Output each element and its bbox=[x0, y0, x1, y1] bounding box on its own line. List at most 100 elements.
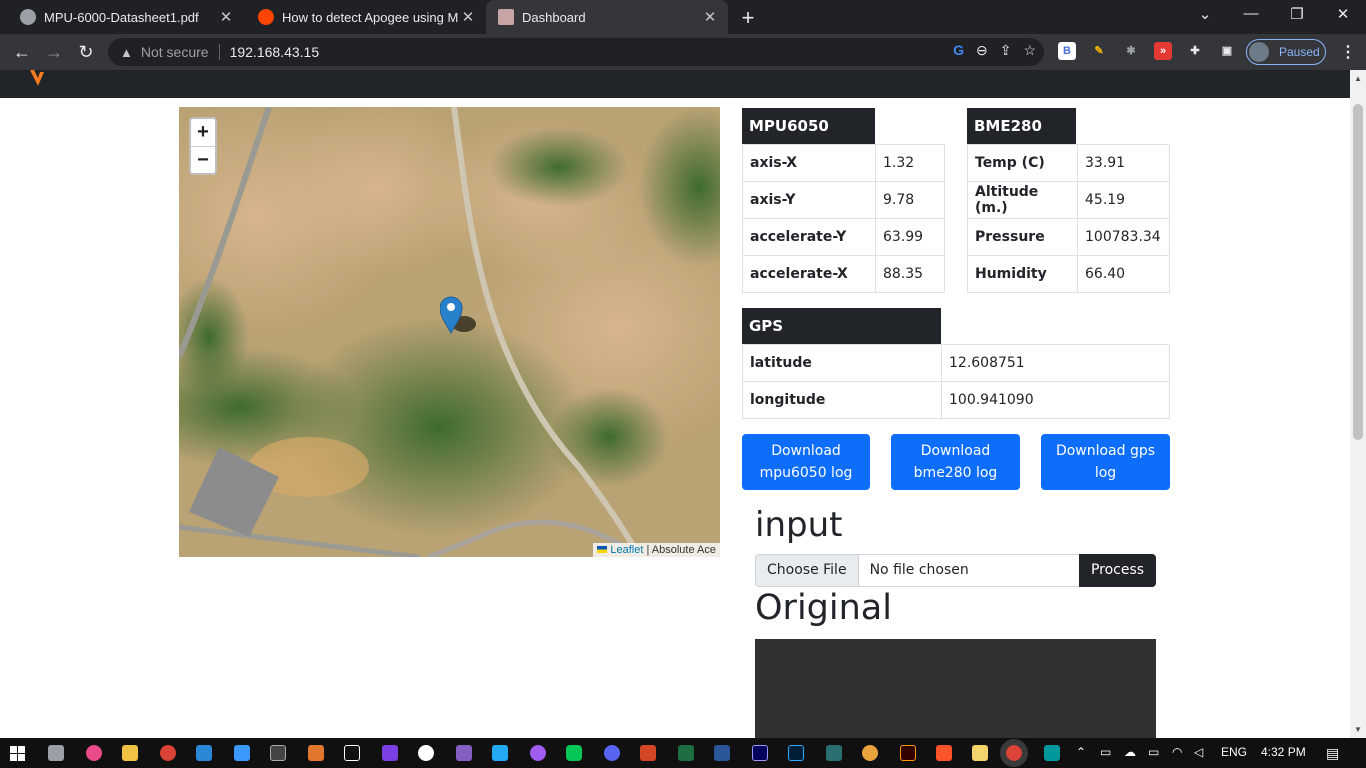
close-icon[interactable]: ✕ bbox=[700, 8, 720, 26]
app-circle-icon[interactable] bbox=[418, 745, 434, 761]
page-scrollbar[interactable]: ▲ ▼ bbox=[1350, 70, 1366, 738]
warning-icon[interactable]: ▲ bbox=[120, 45, 133, 60]
row-value: 63.99 bbox=[875, 218, 945, 256]
notepad-icon[interactable] bbox=[972, 745, 988, 761]
window-close-button[interactable]: ✕ bbox=[1332, 5, 1354, 23]
download-mpu6050-button[interactable]: Download mpu6050 log bbox=[742, 434, 870, 490]
pen-extension-icon[interactable]: ✎ bbox=[1090, 42, 1108, 60]
notification-icon[interactable]: ▤ bbox=[1326, 745, 1339, 762]
clock[interactable]: 4:32 PM bbox=[1261, 745, 1306, 759]
illustrator-icon[interactable] bbox=[900, 745, 916, 761]
extension-x-icon[interactable]: ✱ bbox=[1122, 42, 1140, 60]
app-globe-icon[interactable] bbox=[862, 745, 878, 761]
attribution-separator: | bbox=[643, 544, 652, 556]
location-marker-icon[interactable] bbox=[440, 296, 484, 336]
visual-studio-icon[interactable] bbox=[456, 745, 472, 761]
back-icon[interactable]: ← bbox=[10, 40, 34, 64]
forward-icon[interactable]: → bbox=[42, 40, 66, 64]
not-secure-label[interactable]: Not secure bbox=[141, 44, 209, 60]
tab-reddit[interactable]: How to detect Apogee using MPU ✕ bbox=[244, 0, 486, 34]
chrome-icon[interactable] bbox=[160, 745, 176, 761]
input-heading: input bbox=[755, 505, 843, 545]
zoom-in-button[interactable]: + bbox=[191, 119, 215, 146]
tab-search-icon[interactable]: ⌄ bbox=[1194, 5, 1216, 23]
google-icon[interactable]: G bbox=[953, 42, 964, 59]
bookmark-star-icon[interactable]: ☆ bbox=[1023, 42, 1036, 59]
messenger-icon[interactable] bbox=[530, 745, 546, 761]
meet-icon[interactable]: ▭ bbox=[1100, 745, 1111, 759]
word-icon[interactable] bbox=[714, 745, 730, 761]
file-explorer-icon[interactable] bbox=[122, 745, 138, 761]
volume-icon[interactable]: ◁ bbox=[1194, 745, 1203, 759]
process-button[interactable]: Process bbox=[1079, 554, 1156, 587]
mpu6050-table: axis-X 1.32 axis-Y 9.78 accelerate-Y 63.99 … bbox=[742, 144, 945, 293]
puzzle-icon[interactable]: ✚ bbox=[1186, 42, 1204, 60]
download-bme280-button[interactable]: Download bme280 log bbox=[891, 434, 1020, 490]
close-icon[interactable]: ✕ bbox=[216, 8, 236, 26]
choose-file-button[interactable]: Choose File bbox=[756, 555, 859, 586]
stack-app-icon[interactable] bbox=[308, 745, 324, 761]
zoom-out-button[interactable]: − bbox=[191, 146, 215, 173]
scroll-up-icon[interactable]: ▲ bbox=[1354, 74, 1362, 83]
discord-icon[interactable] bbox=[604, 745, 620, 761]
address-bar[interactable]: ▲ Not secure 192.168.43.15 G ⊖ ⇪ ☆ bbox=[108, 38, 1044, 66]
tab-dashboard[interactable]: Dashboard ✕ bbox=[486, 0, 728, 34]
battery-icon[interactable]: ▭ bbox=[1148, 745, 1159, 759]
task-view-icon[interactable] bbox=[48, 745, 64, 761]
new-tab-button[interactable]: + bbox=[737, 5, 759, 31]
row-value: 1.32 bbox=[875, 144, 945, 182]
calendar-icon[interactable] bbox=[196, 745, 212, 761]
side-panel-icon[interactable]: ▣ bbox=[1218, 42, 1236, 60]
download-gps-button[interactable]: Download gps log bbox=[1041, 434, 1170, 490]
chrome-active-icon[interactable] bbox=[1000, 739, 1028, 767]
browser-menu-icon[interactable]: ⋮ bbox=[1340, 42, 1356, 62]
brave-icon[interactable] bbox=[936, 745, 952, 761]
table-row: Temp (C) 33.91 bbox=[967, 144, 1170, 182]
row-value: 12.608751 bbox=[941, 344, 1170, 382]
photoshop-icon[interactable] bbox=[788, 745, 804, 761]
table-row: Pressure 100783.34 bbox=[967, 218, 1170, 256]
arduino-icon[interactable] bbox=[1044, 745, 1060, 761]
tab-datasheet[interactable]: MPU-6000-Datasheet1.pdf ✕ bbox=[0, 0, 244, 34]
audition-icon[interactable] bbox=[752, 745, 768, 761]
file-status: No file chosen bbox=[869, 562, 969, 578]
language-indicator[interactable]: ENG bbox=[1221, 745, 1247, 759]
gps-title: GPS bbox=[742, 308, 941, 344]
table-row: latitude 12.608751 bbox=[742, 344, 1170, 382]
windows-start-icon[interactable] bbox=[10, 746, 25, 761]
file-input[interactable]: Choose File No file chosen bbox=[755, 554, 1080, 587]
omnibox-actions: G ⊖ ⇪ ☆ bbox=[953, 42, 1036, 59]
todo-icon[interactable] bbox=[234, 745, 250, 761]
intellij-icon[interactable] bbox=[344, 745, 360, 761]
excel-icon[interactable] bbox=[678, 745, 694, 761]
line-icon[interactable] bbox=[566, 745, 582, 761]
brand-logo-icon[interactable] bbox=[30, 70, 48, 86]
restore-button[interactable]: ❐ bbox=[1286, 5, 1308, 23]
extension-red-icon[interactable]: » bbox=[1154, 42, 1172, 60]
row-label: latitude bbox=[742, 344, 942, 382]
url-text[interactable]: 192.168.43.15 bbox=[230, 44, 320, 60]
leaflet-link[interactable]: Leaflet bbox=[610, 544, 643, 556]
app-teal-icon[interactable] bbox=[826, 745, 842, 761]
scroll-thumb[interactable] bbox=[1353, 104, 1363, 440]
close-icon[interactable]: ✕ bbox=[458, 8, 478, 26]
profile-button[interactable]: Paused bbox=[1246, 39, 1326, 65]
extension-b-icon[interactable]: B bbox=[1058, 42, 1076, 60]
powerpoint-icon[interactable] bbox=[640, 745, 656, 761]
cloud-icon[interactable]: ☁ bbox=[1124, 745, 1136, 759]
itunes-icon[interactable] bbox=[86, 745, 102, 761]
dp-app-icon[interactable] bbox=[382, 745, 398, 761]
reload-icon[interactable]: ↻ bbox=[74, 40, 98, 64]
table-row: axis-Y 9.78 bbox=[742, 181, 945, 219]
satellite-map[interactable]: + − Leaflet | Absolute Ace bbox=[179, 107, 720, 557]
share-icon[interactable]: ⇪ bbox=[1000, 42, 1012, 59]
vscode-icon[interactable] bbox=[492, 745, 508, 761]
zoom-icon[interactable]: ⊖ bbox=[976, 42, 988, 59]
table-row: longitude 100.941090 bbox=[742, 381, 1170, 419]
terminal-icon[interactable] bbox=[270, 745, 286, 761]
wifi-icon[interactable]: ◠ bbox=[1172, 745, 1182, 759]
tray-chevron-icon[interactable]: ⌃ bbox=[1076, 745, 1086, 759]
scroll-down-icon[interactable]: ▼ bbox=[1354, 725, 1362, 734]
row-label: Temp (C) bbox=[967, 144, 1078, 182]
minimize-button[interactable]: — bbox=[1240, 5, 1262, 22]
